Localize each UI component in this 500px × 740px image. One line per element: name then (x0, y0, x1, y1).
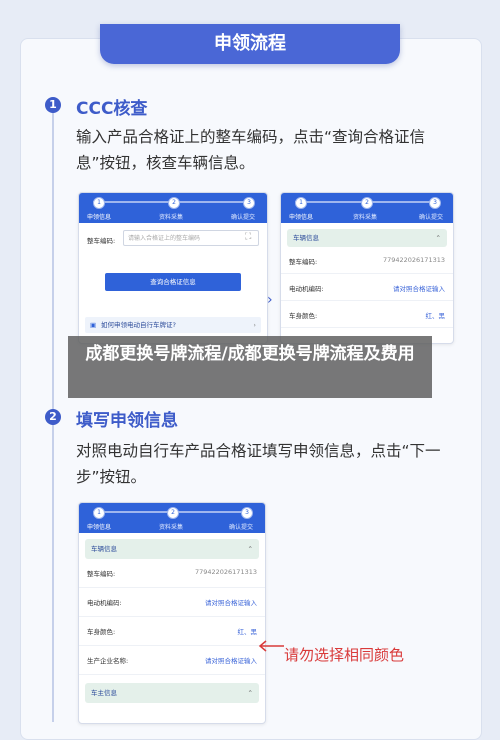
overlay-title: 成都更换号牌流程/成都更换号牌流程及费用 (68, 336, 432, 398)
form-row[interactable]: 车身颜色: 红、黑 (79, 617, 265, 646)
step-title-2: 填写申领信息 (76, 411, 178, 431)
progress-label-3: 确认提交 (231, 214, 256, 221)
form-row[interactable]: 电动机编码: 请对照合格证输入 (79, 588, 265, 617)
color-warning-note: 请勿选择相同颜色 (284, 646, 405, 664)
progress-label-3: 确认提交 (419, 214, 444, 221)
step-desc-2: 对照电动自行车产品合格证填写申领信息，点击“下一步”按钮。 (76, 442, 441, 486)
chevron-up-icon: ⌃ (247, 545, 253, 553)
vehicle-section-header[interactable]: 车辆信息 ⌃ (85, 539, 259, 559)
step-number-2: 2 (45, 409, 61, 425)
form-row: 整车编码: 779422026171313 (281, 247, 453, 274)
form-row[interactable]: 生产企业名称: 请对照合格证输入 (79, 646, 265, 675)
screen-ccc-query: 1 2 3 申领信息 资料采集 确认提交 整车编码: 请输入合格证上的整车编码 … (78, 192, 268, 344)
progress-label-2: 资料采集 (353, 214, 378, 221)
help-icon: ▣ (90, 321, 97, 329)
step-number-1: 1 (45, 97, 61, 113)
step-title-1: CCC核查 (76, 99, 148, 119)
form-row: 整车编码: 779422026171313 (79, 559, 265, 588)
form-row[interactable]: 电动机编码: 请对照合格证输入 (281, 274, 453, 301)
vehicle-section-header[interactable]: 车辆信息 ⌃ (287, 229, 447, 247)
chevron-right-icon: › (253, 321, 256, 329)
progress-label-2: 资料采集 (159, 214, 184, 221)
progress-dot-3: 3 (243, 197, 255, 209)
arrow-left-icon (258, 640, 284, 652)
progress-label-1: 申领信息 (289, 214, 314, 221)
progress-dot-2: 2 (361, 197, 373, 209)
progress-dot-3: 3 (241, 507, 253, 519)
owner-section-header[interactable]: 车主信息 ⌃ (85, 683, 259, 703)
chevron-right-icon: › (267, 292, 273, 308)
vin-label: 整车编码: (87, 237, 116, 245)
progress-dot-3: 3 (429, 197, 441, 209)
progress-dot-1: 1 (93, 507, 105, 519)
progress-header: 1 2 3 申领信息 资料采集 确认提交 (79, 503, 265, 533)
progress-label-1: 申领信息 (87, 214, 112, 221)
chevron-up-icon: ⌃ (435, 234, 441, 242)
progress-dot-1: 1 (93, 197, 105, 209)
progress-header: 1 2 3 申领信息 资料采集 确认提交 (79, 193, 267, 223)
progress-label-1: 申领信息 (87, 524, 112, 531)
vin-input[interactable]: 请输入合格证上的整车编码 (123, 230, 259, 246)
chevron-up-icon: ⌃ (247, 689, 253, 697)
screen-vehicle-info: 1 2 3 申领信息 资料采集 确认提交 车辆信息 ⌃ 整车编码: 77942202… (280, 192, 454, 344)
help-link[interactable]: 如何申领电动自行车牌证? ▣ › (85, 317, 261, 333)
screen-application-info: 1 2 3 申领信息 资料采集 确认提交 车辆信息 ⌃ 整车编码: 77942202… (78, 502, 266, 724)
progress-dot-2: 2 (168, 197, 180, 209)
scan-icon[interactable]: ⛶ (245, 232, 251, 242)
page-title: 申领流程 (100, 24, 400, 64)
progress-dot-1: 1 (295, 197, 307, 209)
progress-label-2: 资料采集 (159, 524, 184, 531)
form-row[interactable]: 车身颜色: 红、黑 (281, 301, 453, 328)
progress-dot-2: 2 (167, 507, 179, 519)
progress-label-3: 确认提交 (229, 524, 254, 531)
query-certificate-button[interactable]: 查询合格证信息 (105, 273, 241, 291)
progress-header: 1 2 3 申领信息 资料采集 确认提交 (281, 193, 453, 223)
step-desc-1: 输入产品合格证上的整车编码，点击“查询合格证信息”按钮，核查车辆信息。 (76, 128, 426, 172)
